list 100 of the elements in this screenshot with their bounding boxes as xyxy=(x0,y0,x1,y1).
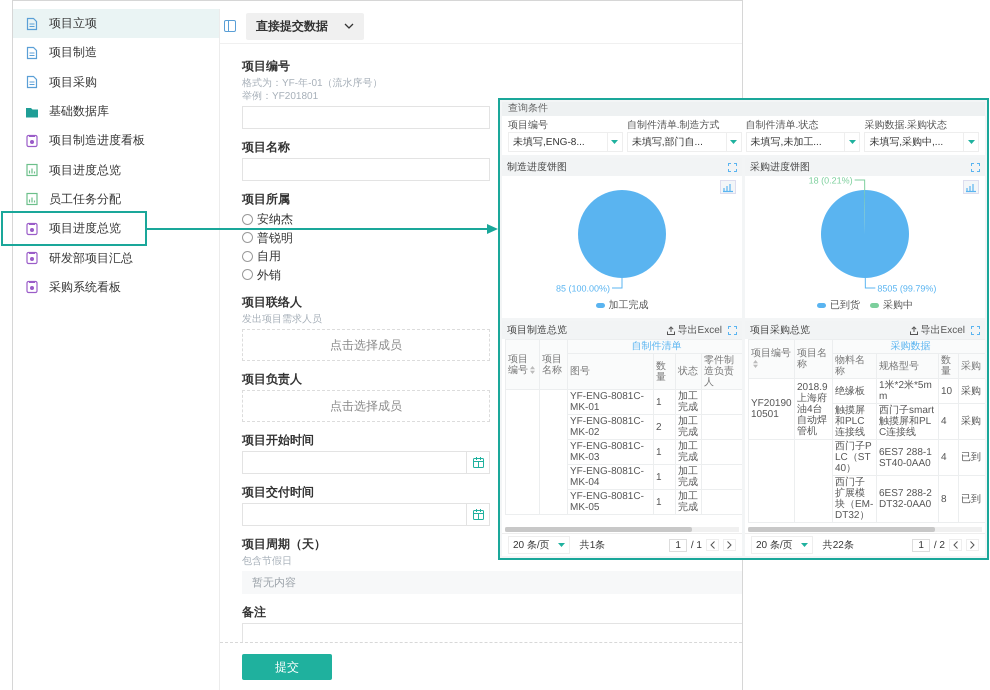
mode-dropdown[interactable]: 直接提交数据 xyxy=(246,12,364,40)
page-size-select[interactable]: 20 条/页 xyxy=(751,536,813,554)
total-count: 共1条 xyxy=(580,538,606,552)
table-cell: 1米*2米*5mm xyxy=(876,378,938,404)
panel-title: 项目制造总览 xyxy=(507,324,567,337)
text-field[interactable] xyxy=(242,106,490,129)
previous-page-button[interactable] xyxy=(949,539,962,551)
panel-toggle-icon xyxy=(224,20,236,32)
slice-label: 85 (100.00%) xyxy=(556,284,610,294)
radio-label: 自用 xyxy=(257,249,281,264)
calendar-icon xyxy=(472,456,484,469)
member-picker-button[interactable]: 点击选择成员 xyxy=(242,390,490,422)
next-page-button[interactable] xyxy=(723,539,736,551)
radio-button[interactable] xyxy=(242,269,253,280)
page-input[interactable]: 1 xyxy=(669,538,687,552)
form-icon xyxy=(25,280,39,294)
text-field[interactable] xyxy=(242,158,490,181)
total-count: 共22条 xyxy=(822,538,854,552)
export-link[interactable]: 导出Excel xyxy=(666,323,722,337)
column-header: 规格型号 xyxy=(876,354,938,378)
document-icon xyxy=(25,75,39,90)
sidebar-item[interactable]: 采购系统看板 xyxy=(13,272,219,302)
table-cell: 4 xyxy=(938,440,958,476)
table-cell: 2 xyxy=(654,414,676,440)
radio-button[interactable] xyxy=(242,214,253,225)
field-label: 项目负责人 xyxy=(242,371,302,387)
panel-title: 采购进度饼图 xyxy=(750,160,810,174)
legend-label: 已到货 xyxy=(830,299,860,312)
filter-select[interactable]: 未填写,ENG-8... xyxy=(508,132,623,152)
expand-icon xyxy=(971,326,980,334)
field-label: 项目联络人 xyxy=(242,294,302,310)
page-size-select[interactable]: 20 条/页 xyxy=(508,536,570,554)
readonly-field[interactable]: 暂无内容 xyxy=(242,571,742,594)
filter-label: 项目编号 xyxy=(508,119,549,132)
slice-label: 18 (0.21%) xyxy=(808,176,853,186)
table-cell: 6ES7 288-2DT32-0AA0 xyxy=(876,476,938,522)
caret-icon xyxy=(848,140,856,144)
calendar-icon xyxy=(472,508,484,521)
chevron-right-icon xyxy=(727,541,732,549)
table-cell: 触摸屏和PLC连接线 xyxy=(832,404,876,440)
table-cell: 西门子扩展模块（EM-DT32） xyxy=(832,476,876,522)
date-field[interactable] xyxy=(242,451,490,474)
chart-type-icon xyxy=(720,180,736,194)
table-cell: 1 xyxy=(654,464,676,490)
form-icon xyxy=(25,222,39,236)
table-cell: 1 xyxy=(654,390,676,414)
table-cell: 8 xyxy=(938,476,958,522)
form-icon xyxy=(25,251,39,266)
filter-select[interactable]: 未填写,采购中,... xyxy=(864,132,979,152)
chevron-left-icon xyxy=(953,541,958,549)
column-header[interactable]: 项目名称 xyxy=(794,340,832,378)
sidebar-item[interactable]: 项目制造进度看板 xyxy=(13,126,219,156)
sidebar-item[interactable]: 项目立项 xyxy=(13,9,219,38)
column-header: 数量 xyxy=(938,354,958,378)
table-cell: 绝缘板 xyxy=(832,378,876,404)
sidebar-item[interactable]: 基础数据库 xyxy=(13,96,219,126)
caret-icon xyxy=(968,140,974,144)
caret-icon xyxy=(730,140,737,144)
date-field[interactable] xyxy=(242,503,490,526)
expand-icon xyxy=(728,326,737,334)
export-link[interactable]: 导出Excel xyxy=(910,323,965,337)
column-header[interactable]: 项目编号 xyxy=(748,340,794,378)
table-cell: 10 xyxy=(938,378,958,404)
radio-button[interactable] xyxy=(242,232,253,244)
sidebar-item[interactable]: 项目制造 xyxy=(13,38,219,68)
column-header: 物料名称 xyxy=(832,354,876,378)
form-icon xyxy=(25,134,39,148)
column-header[interactable]: 项目编号 xyxy=(506,340,540,390)
table-cell: 加工完成 xyxy=(676,390,702,414)
column-header: 图号 xyxy=(568,354,654,390)
filter-label: 自制件清单.状态 xyxy=(746,119,820,132)
field-hint: 举例：YF201801 xyxy=(242,90,318,103)
sidebar-item[interactable]: 项目采购 xyxy=(13,68,219,97)
column-header: 零件制造负责人 xyxy=(702,354,742,390)
field-label: 项目交付时间 xyxy=(242,484,314,500)
sidebar-item[interactable]: 研发部项目汇总 xyxy=(13,243,219,273)
sidebar-item[interactable]: 项目进度总览 xyxy=(13,214,219,244)
sort-icon xyxy=(753,360,758,368)
table-cell: YF-ENG-8081C-MK-05 xyxy=(568,490,654,514)
caret-icon xyxy=(611,140,618,144)
chevron-right-icon xyxy=(970,541,975,549)
previous-page-button[interactable] xyxy=(706,539,719,551)
document-icon xyxy=(25,16,39,31)
sidebar-item[interactable]: 员工任务分配 xyxy=(13,184,219,214)
table-cell: 加工完成 xyxy=(676,490,702,514)
filter-label: 采购数据.采购状态 xyxy=(864,119,948,132)
sidebar-item[interactable]: 项目进度总览 xyxy=(13,155,219,185)
slice-label: 8505 (99.79%) xyxy=(877,284,936,294)
filter-label: 自制件清单.制造方式 xyxy=(626,119,721,132)
query-title: 查询条件 xyxy=(502,102,985,116)
chevron-down-icon xyxy=(344,23,354,29)
radio-button[interactable] xyxy=(242,250,253,262)
next-page-button[interactable] xyxy=(966,539,979,551)
expand-icon xyxy=(971,162,980,172)
column-header[interactable]: 项目名称 xyxy=(540,340,568,390)
filter-select[interactable]: 未填写,未加工... xyxy=(746,132,860,152)
table-cell: YF2019010501 xyxy=(748,378,794,440)
filter-select[interactable]: 未填写,部门自... xyxy=(626,132,742,152)
page-input[interactable]: 1 xyxy=(912,538,930,552)
member-picker-button[interactable]: 点击选择成员 xyxy=(242,329,490,361)
